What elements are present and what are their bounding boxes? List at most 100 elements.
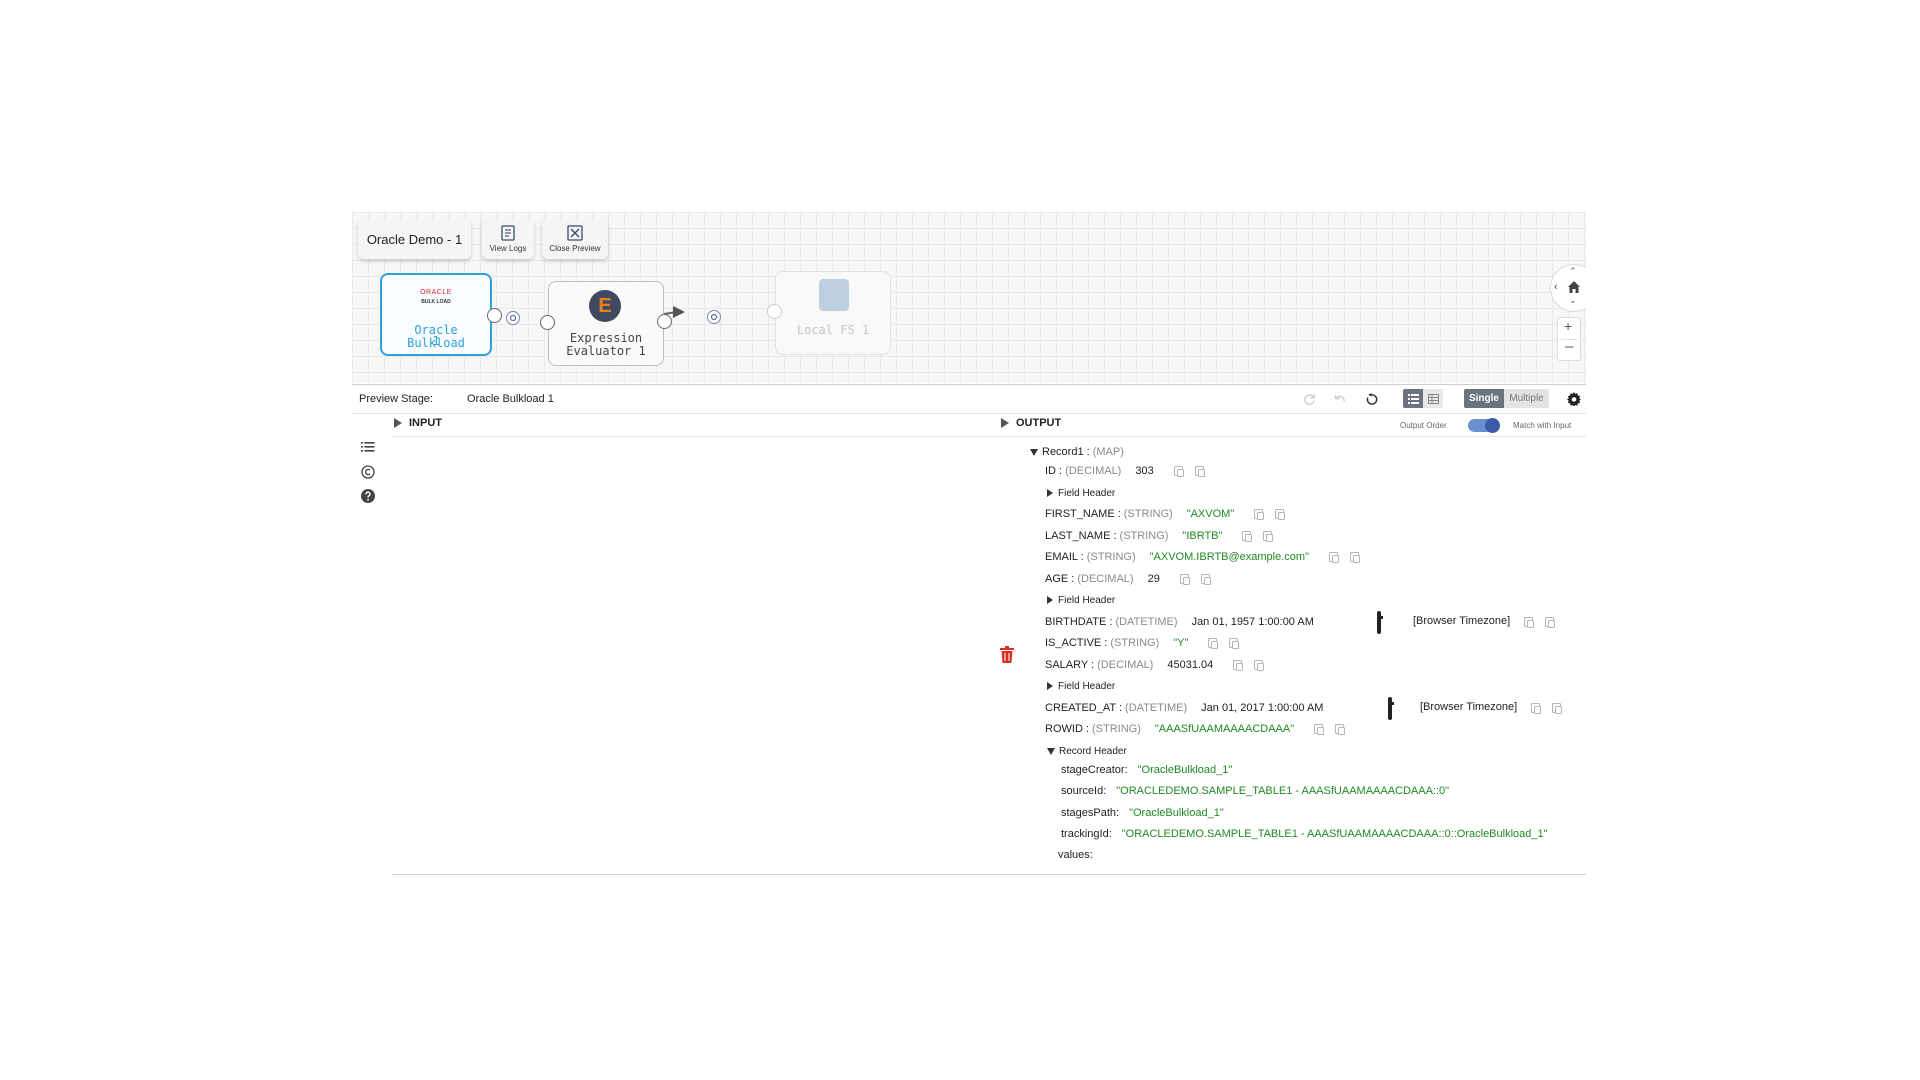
help-icon[interactable] — [361, 489, 375, 503]
input-port[interactable] — [767, 304, 782, 319]
stage-label-line1: Local FS 1 — [796, 323, 870, 337]
field-value: Jan 01, 2017 1:00:00 AM — [1201, 702, 1324, 714]
settings-gear-icon[interactable] — [1567, 392, 1581, 406]
field-type: (DECIMAL) — [1097, 659, 1154, 671]
list-view-button[interactable] — [1403, 389, 1423, 408]
zoom-control: + – — [1557, 317, 1581, 361]
reset-icon[interactable] — [1363, 391, 1379, 407]
record-header-values: values: — [1058, 847, 1103, 863]
copy-icon[interactable] — [1233, 660, 1244, 671]
preview-toolbar: Preview Stage: Oracle Bulkload 1 Single … — [352, 384, 1586, 414]
pan-left-icon[interactable]: ‹ — [1554, 281, 1558, 293]
pan-up-icon[interactable]: ⌃ — [1569, 266, 1577, 277]
field-name: AGE : — [1045, 573, 1075, 585]
gear-icon[interactable] — [506, 311, 520, 325]
preview-stage-value[interactable]: Oracle Bulkload 1 — [467, 393, 554, 405]
output-port[interactable] — [657, 314, 672, 329]
record-header-label: Record Header — [1059, 745, 1127, 757]
oracle-logo: ORACLE — [420, 289, 452, 296]
zoom-out-icon[interactable]: – — [1565, 338, 1573, 355]
copy-icon[interactable] — [1173, 466, 1184, 477]
copy-path-icon[interactable] — [1335, 724, 1346, 735]
field-header-toggle[interactable]: Field Header — [1047, 678, 1115, 694]
undo-icon[interactable] — [1331, 391, 1347, 407]
copy-icon[interactable] — [1254, 509, 1265, 520]
field-type: (STRING) — [1119, 530, 1169, 542]
copy-path-icon[interactable] — [1254, 660, 1265, 671]
field-value: Jan 01, 1957 1:00:00 AM — [1191, 616, 1314, 628]
pipeline-connectors — [421, 306, 685, 326]
copy-path-icon[interactable] — [1349, 552, 1360, 563]
stage-expression-evaluator[interactable]: E Expression Evaluator 1 — [548, 281, 664, 366]
header-value: "OracleBulkload_1" — [1137, 764, 1233, 776]
header-value: "ORACLEDEMO.SAMPLE_TABLE1 - AAASfUAAMAAA… — [1121, 828, 1548, 840]
copy-icon[interactable] — [1524, 617, 1534, 628]
field-name: FIRST_NAME : — [1045, 508, 1121, 520]
expand-arrow-icon — [1001, 418, 1009, 428]
field-header-toggle[interactable]: Field Header — [1047, 592, 1115, 608]
input-section-header[interactable]: INPUT — [394, 417, 442, 429]
gear-icon[interactable] — [707, 310, 721, 324]
field-value: 45031.04 — [1167, 659, 1214, 671]
copy-icon[interactable] — [1179, 574, 1190, 585]
multiple-toggle-button[interactable]: Multiple — [1504, 389, 1549, 408]
table-view-button[interactable] — [1423, 389, 1443, 408]
record-node[interactable]: Record1 : (MAP) — [1030, 444, 1138, 460]
zoom-in-icon[interactable]: + — [1564, 318, 1572, 334]
trash-icon[interactable] — [1000, 646, 1014, 663]
input-port[interactable] — [540, 315, 555, 330]
local-fs-icon — [819, 279, 849, 311]
field-name: EMAIL : — [1045, 551, 1084, 563]
copy-path-icon[interactable] — [1229, 638, 1240, 649]
output-order-label: Output Order — [1400, 421, 1447, 430]
single-toggle-button[interactable]: Single — [1464, 389, 1504, 408]
stage-oracle-bulkload[interactable]: ORACLE BULK LOAD Oracle Bulkload 1 — [380, 273, 492, 356]
header-value: "OracleBulkload_1" — [1129, 807, 1224, 819]
copy-path-icon[interactable] — [1275, 509, 1286, 520]
collapse-arrow-icon — [1047, 747, 1055, 755]
expand-arrow-icon — [1047, 596, 1053, 604]
pipeline-canvas[interactable]: Oracle Demo - 1 View Logs Close Preview — [352, 212, 1586, 383]
field-type: (STRING) — [1086, 551, 1136, 563]
stage-label-line2: 1 — [432, 334, 440, 348]
record-header-stage-creator: stageCreator: "OracleBulkload_1" — [1061, 762, 1240, 778]
copy-icon[interactable] — [1531, 703, 1541, 714]
timezone-label[interactable]: [Browser Timezone] — [1413, 615, 1510, 627]
copy-actions — [1519, 700, 1562, 716]
copy-actions — [1512, 614, 1555, 630]
field-header-toggle[interactable]: Field Header — [1047, 485, 1115, 501]
table-view-icon — [1427, 393, 1439, 404]
copyright-icon[interactable] — [361, 465, 375, 479]
field-value: "Y" — [1173, 637, 1189, 649]
refresh-icon[interactable] — [1301, 391, 1317, 407]
copy-path-icon[interactable] — [1263, 531, 1274, 542]
field-type: (STRING) — [1123, 508, 1173, 520]
copy-icon[interactable] — [1242, 531, 1253, 542]
calendar-icon[interactable] — [1377, 611, 1381, 634]
field-name: CREATED_AT : — [1045, 702, 1123, 714]
calendar-icon[interactable] — [1388, 697, 1392, 720]
field-row-rowid: ROWID : (STRING) "AAASfUAAMAAAACDAAA" — [1045, 721, 1346, 737]
timezone-label[interactable]: [Browser Timezone] — [1420, 701, 1517, 713]
copy-path-icon[interactable] — [1552, 703, 1562, 714]
header-divider — [392, 436, 1586, 437]
field-type: (DECIMAL) — [1077, 573, 1134, 585]
copy-path-icon[interactable] — [1194, 466, 1205, 477]
expand-arrow-icon — [1047, 682, 1053, 690]
stage-local-fs[interactable]: Local FS 1 — [775, 271, 891, 355]
list-icon[interactable] — [361, 441, 375, 453]
output-port[interactable] — [487, 308, 502, 323]
copy-icon[interactable] — [1328, 552, 1339, 563]
field-header-label: Field Header — [1058, 594, 1116, 606]
record-header-toggle[interactable]: Record Header — [1047, 743, 1127, 759]
copy-path-icon[interactable] — [1545, 617, 1555, 628]
output-order-toggle[interactable] — [1468, 418, 1500, 433]
copy-icon[interactable] — [1314, 724, 1325, 735]
header-key: sourceId: — [1061, 785, 1107, 797]
copy-path-icon[interactable] — [1200, 574, 1211, 585]
record-header-tracking-id: trackingId: "ORACLEDEMO.SAMPLE_TABLE1 - … — [1061, 826, 1556, 842]
pan-down-icon[interactable]: ⌄ — [1569, 295, 1577, 306]
home-icon[interactable] — [1566, 279, 1582, 295]
output-section-header[interactable]: OUTPUT — [1001, 417, 1061, 429]
copy-icon[interactable] — [1208, 638, 1219, 649]
